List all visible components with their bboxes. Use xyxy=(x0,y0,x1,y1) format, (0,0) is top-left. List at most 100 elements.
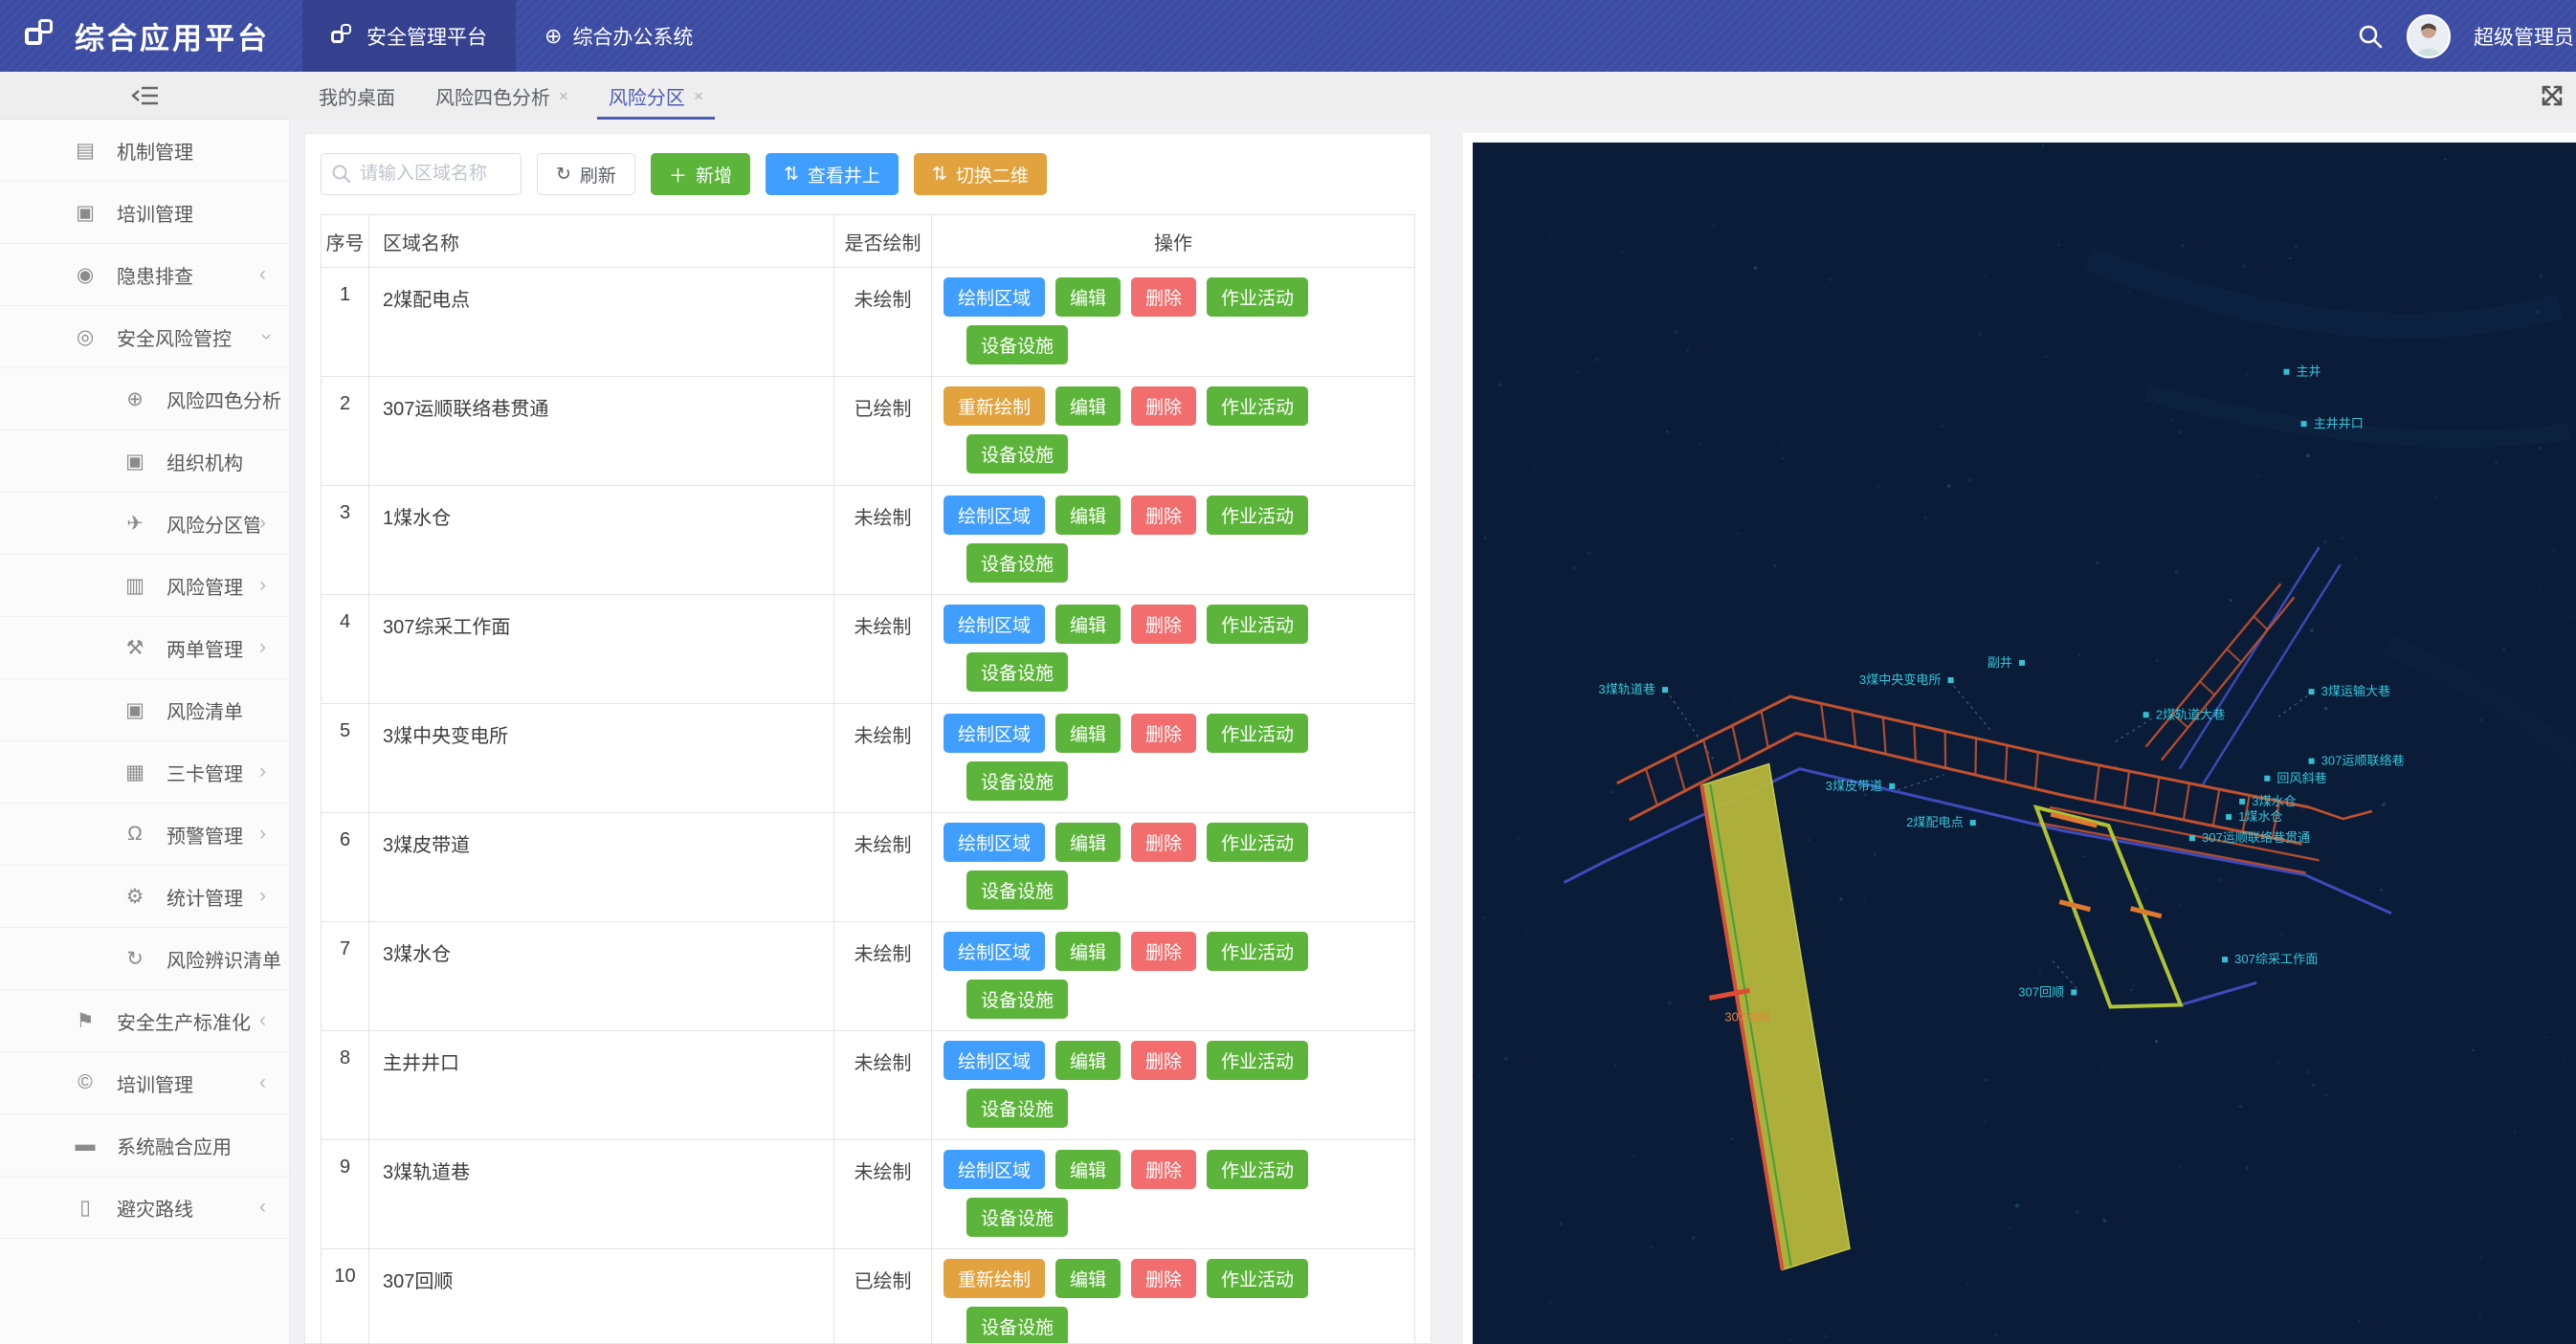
nav-tab-office-system[interactable]: ⊕ 综合办公系统 xyxy=(516,0,722,72)
work-activity-button[interactable]: 作业活动 xyxy=(1207,1150,1308,1189)
sidebar-item-label: 培训管理 xyxy=(117,1069,193,1097)
close-tab-icon[interactable]: × xyxy=(694,88,703,104)
username-label[interactable]: 超级管理员 xyxy=(2474,22,2574,51)
draw-area-button[interactable]: 绘制区域 xyxy=(944,277,1045,317)
work-activity-button[interactable]: 作业活动 xyxy=(1207,386,1308,426)
equipment-button[interactable]: 设备设施 xyxy=(966,434,1068,474)
equipment-button[interactable]: 设备设施 xyxy=(966,761,1068,801)
sidebar-item-label: 统计管理 xyxy=(167,883,243,911)
refresh-button[interactable]: ↻ 刷新 xyxy=(537,153,635,195)
draw-area-button[interactable]: 绘制区域 xyxy=(944,932,1045,971)
refresh-icon: ↻ xyxy=(556,164,571,186)
equipment-button[interactable]: 设备设施 xyxy=(966,652,1068,692)
sidebar-collapse-icon[interactable] xyxy=(131,83,160,108)
swap-arrows-icon: ⇅ xyxy=(784,164,799,186)
tab-label: 风险四色分析 xyxy=(435,82,550,110)
edit-button[interactable]: 编辑 xyxy=(1055,1041,1121,1080)
draw-area-button[interactable]: 绘制区域 xyxy=(944,605,1045,644)
table-row: 4307综采工作面未绘制绘制区域编辑删除作业活动设备设施 xyxy=(322,595,1415,704)
sidebar-item-label: 安全生产标准化 xyxy=(117,1007,251,1035)
search-input-icon xyxy=(331,164,352,185)
sidebar-item-training-management[interactable]: ▣培训管理 xyxy=(0,182,289,244)
delete-button[interactable]: 删除 xyxy=(1131,277,1196,317)
equipment-button[interactable]: 设备设施 xyxy=(966,870,1068,910)
nav-tab-security-platform[interactable]: 安全管理平台 xyxy=(302,0,516,72)
edit-button[interactable]: 编辑 xyxy=(1055,386,1121,426)
chevron-left-icon: ‹ xyxy=(259,1071,266,1094)
sidebar-item-hazard-inspection[interactable]: ◉隐患排查‹ xyxy=(0,244,289,306)
draw-area-button[interactable]: 绘制区域 xyxy=(944,714,1045,753)
fullscreen-expand-icon[interactable] xyxy=(2540,83,2565,108)
delete-button[interactable]: 删除 xyxy=(1131,1041,1196,1080)
row-actions: 重新绘制编辑删除作业活动设备设施 xyxy=(932,1249,1415,1344)
sidebar-item-risk-list[interactable]: ▣风险清单 xyxy=(0,679,289,741)
draw-area-button[interactable]: 绘制区域 xyxy=(944,1150,1045,1189)
delete-button[interactable]: 删除 xyxy=(1131,714,1196,753)
area-name: 1煤水仓 xyxy=(369,486,834,595)
sidebar-item-risk-four-color-analysis[interactable]: ⊕风险四色分析 xyxy=(0,368,289,430)
view-surface-button[interactable]: ⇅ 查看井上 xyxy=(766,153,899,195)
work-activity-button[interactable]: 作业活动 xyxy=(1207,277,1308,317)
row-actions: 绘制区域编辑删除作业活动设备设施 xyxy=(932,813,1415,922)
area-name: 3煤中央变电所 xyxy=(369,704,834,813)
sidebar-item-two-list-management[interactable]: ⚒两单管理› xyxy=(0,617,289,679)
sidebar-item-system-fusion-application[interactable]: ▬系统融合应用 xyxy=(0,1114,289,1177)
edit-button[interactable]: 编辑 xyxy=(1055,823,1121,862)
work-activity-button[interactable]: 作业活动 xyxy=(1207,823,1308,862)
edit-button[interactable]: 编辑 xyxy=(1055,605,1121,644)
work-activity-button[interactable]: 作业活动 xyxy=(1207,605,1308,644)
delete-button[interactable]: 删除 xyxy=(1131,496,1196,535)
sidebar-item-organization[interactable]: ▣组织机构 xyxy=(0,430,289,493)
sidebar-item-risk-zone-management[interactable]: ✈风险分区管理› xyxy=(0,493,289,555)
sidebar-item-mechanism-management[interactable]: ▤机制管理 xyxy=(0,120,289,182)
work-activity-button[interactable]: 作业活动 xyxy=(1207,714,1308,753)
switch-2d-button[interactable]: ⇅ 切换二维 xyxy=(914,153,1047,195)
sidebar-item-three-card-management[interactable]: ▦三卡管理› xyxy=(0,741,289,804)
edit-button[interactable]: 编辑 xyxy=(1055,714,1121,753)
delete-button[interactable]: 删除 xyxy=(1131,932,1196,971)
equipment-button[interactable]: 设备设施 xyxy=(966,980,1068,1019)
draw-area-button[interactable]: 绘制区域 xyxy=(944,496,1045,535)
mine-3d-map[interactable]: 307回顺主井主井井口副井3煤中央变电所3煤轨道巷3煤皮带道2煤配电点2煤轨道大… xyxy=(1473,143,2576,1344)
delete-button[interactable]: 删除 xyxy=(1131,1150,1196,1189)
area-name: 3煤水仓 xyxy=(369,922,834,1031)
delete-button[interactable]: 删除 xyxy=(1131,823,1196,862)
equipment-button[interactable]: 设备设施 xyxy=(966,1089,1068,1128)
work-activity-button[interactable]: 作业活动 xyxy=(1207,496,1308,535)
edit-button[interactable]: 编辑 xyxy=(1055,1259,1121,1298)
sidebar-item-statistics-management[interactable]: ⚙统计管理› xyxy=(0,866,289,928)
equipment-button[interactable]: 设备设施 xyxy=(966,543,1068,583)
equipment-button[interactable]: 设备设施 xyxy=(966,1198,1068,1237)
tab-risk-zone[interactable]: 风险分区× xyxy=(593,72,719,120)
close-tab-icon[interactable]: × xyxy=(559,88,568,104)
edit-button[interactable]: 编辑 xyxy=(1055,932,1121,971)
sidebar-item-warning-management[interactable]: Ω预警管理› xyxy=(0,804,289,866)
search-icon[interactable] xyxy=(2357,23,2384,50)
user-avatar[interactable] xyxy=(2407,14,2451,58)
work-activity-button[interactable]: 作业活动 xyxy=(1207,1041,1308,1080)
sidebar-item-safety-production-standardization[interactable]: ⚑安全生产标准化‹ xyxy=(0,990,289,1052)
work-activity-button[interactable]: 作业活动 xyxy=(1207,932,1308,971)
sidebar-item-risk-identification-list[interactable]: ↻风险辨识清单 xyxy=(0,928,289,990)
delete-button[interactable]: 删除 xyxy=(1131,386,1196,426)
draw-area-button[interactable]: 绘制区域 xyxy=(944,1041,1045,1080)
edit-button[interactable]: 编辑 xyxy=(1055,1150,1121,1189)
delete-button[interactable]: 删除 xyxy=(1131,605,1196,644)
bell-icon: Ω xyxy=(122,823,147,846)
draw-area-button[interactable]: 绘制区域 xyxy=(944,823,1045,862)
edit-button[interactable]: 编辑 xyxy=(1055,277,1121,317)
edit-button[interactable]: 编辑 xyxy=(1055,496,1121,535)
add-button[interactable]: ＋ 新增 xyxy=(651,153,750,195)
sidebar-item-training-management-2[interactable]: ©培训管理‹ xyxy=(0,1052,289,1114)
sidebar-item-safety-risk-control[interactable]: ◎安全风险管控› xyxy=(0,306,289,368)
sidebar-item-risk-management[interactable]: ▥风险管理› xyxy=(0,555,289,617)
redraw-button[interactable]: 重新绘制 xyxy=(944,386,1045,426)
work-activity-button[interactable]: 作业活动 xyxy=(1207,1259,1308,1298)
tab-risk-four-color-analysis[interactable]: 风险四色分析 × xyxy=(420,72,584,120)
tab-my-desktop[interactable]: 我的桌面 xyxy=(303,72,411,120)
redraw-button[interactable]: 重新绘制 xyxy=(944,1259,1045,1298)
sidebar-item-disaster-avoidance-route[interactable]: ▯避灾路线‹ xyxy=(0,1177,289,1239)
equipment-button[interactable]: 设备设施 xyxy=(966,1307,1068,1344)
delete-button[interactable]: 删除 xyxy=(1131,1259,1196,1298)
equipment-button[interactable]: 设备设施 xyxy=(966,325,1068,364)
